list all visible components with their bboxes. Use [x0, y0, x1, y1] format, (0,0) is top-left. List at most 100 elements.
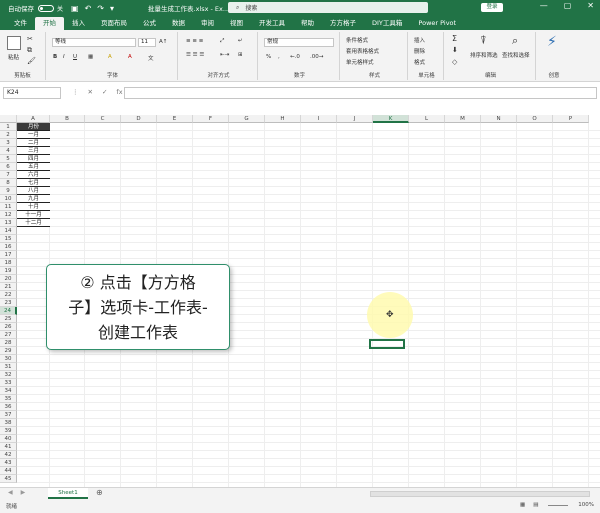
cell-a6[interactable]: 五月: [17, 163, 50, 171]
column-header-k[interactable]: K: [373, 115, 409, 123]
tab-help[interactable]: 帮助: [293, 17, 322, 30]
cell-a10[interactable]: 九月: [17, 195, 50, 203]
find-select-icon[interactable]: ⌕: [512, 34, 518, 48]
column-header-c[interactable]: C: [85, 115, 121, 123]
row-header-18[interactable]: 18: [0, 259, 17, 267]
row-header-23[interactable]: 23: [0, 299, 17, 307]
prev-sheet-icon[interactable]: ◀: [8, 489, 13, 496]
row-header-8[interactable]: 8: [0, 179, 17, 187]
paste-icon[interactable]: [7, 36, 21, 50]
row-header-45[interactable]: 45: [0, 475, 17, 483]
column-header-n[interactable]: N: [481, 115, 517, 123]
row-header-34[interactable]: 34: [0, 387, 17, 395]
row-header-22[interactable]: 22: [0, 291, 17, 299]
horizontal-scrollbar[interactable]: [370, 491, 590, 497]
comma-button[interactable]: ,: [278, 54, 280, 60]
row-header-20[interactable]: 20: [0, 275, 17, 283]
column-header-e[interactable]: E: [157, 115, 193, 123]
column-header-f[interactable]: F: [193, 115, 229, 123]
row-header-1[interactable]: 1: [0, 123, 17, 131]
align-left-icon[interactable]: ☰ ☰ ☰: [186, 52, 204, 58]
autosum-icon[interactable]: Σ: [452, 34, 457, 43]
bold-button[interactable]: B: [53, 54, 57, 60]
delete-cells-button[interactable]: 删除: [414, 47, 425, 55]
number-format-select[interactable]: 常规: [264, 38, 334, 47]
row-header-28[interactable]: 28: [0, 339, 17, 347]
sort-filter-label[interactable]: 排序和筛选: [470, 51, 498, 59]
indent-icon[interactable]: ⇤⇥: [220, 52, 229, 58]
cell-a13[interactable]: 十二月: [17, 219, 50, 227]
select-all-corner[interactable]: [0, 115, 17, 123]
cut-icon[interactable]: ✂: [27, 35, 33, 43]
column-header-i[interactable]: I: [301, 115, 337, 123]
row-header-14[interactable]: 14: [0, 227, 17, 235]
row-header-7[interactable]: 7: [0, 171, 17, 179]
name-box[interactable]: K24: [3, 87, 61, 99]
cancel-icon[interactable]: ✕: [88, 88, 93, 96]
tab-page-layout[interactable]: 页面布局: [93, 17, 135, 30]
row-header-19[interactable]: 19: [0, 267, 17, 275]
tab-file[interactable]: 文件: [6, 17, 35, 30]
row-header-29[interactable]: 29: [0, 347, 17, 355]
row-header-6[interactable]: 6: [0, 163, 17, 171]
row-header-12[interactable]: 12: [0, 211, 17, 219]
insert-cells-button[interactable]: 插入: [414, 36, 425, 44]
wrap-text-icon[interactable]: ↵: [238, 38, 243, 44]
find-select-label[interactable]: 查找和选择: [502, 51, 530, 59]
zoom-level[interactable]: 100%: [578, 502, 594, 508]
cell-a9[interactable]: 八月: [17, 187, 50, 195]
fill-color-button[interactable]: A: [108, 54, 112, 60]
more-icon[interactable]: ⋮: [72, 88, 79, 96]
sheet-tab-sheet1[interactable]: Sheet1: [48, 488, 88, 499]
row-header-15[interactable]: 15: [0, 235, 17, 243]
row-header-9[interactable]: 9: [0, 187, 17, 195]
enter-icon[interactable]: ✓: [102, 88, 107, 96]
row-header-32[interactable]: 32: [0, 371, 17, 379]
search-box[interactable]: ⌕ 搜索: [228, 2, 428, 13]
tab-formulas[interactable]: 公式: [135, 17, 164, 30]
increase-decimal-button[interactable]: ←.0: [290, 54, 300, 60]
row-header-2[interactable]: 2: [0, 131, 17, 139]
row-header-17[interactable]: 17: [0, 251, 17, 259]
decrease-decimal-button[interactable]: .00→: [310, 54, 323, 60]
next-sheet-icon[interactable]: ▶: [21, 489, 26, 496]
row-header-30[interactable]: 30: [0, 355, 17, 363]
customize-icon[interactable]: ▾: [110, 4, 114, 13]
close-icon[interactable]: ✕: [587, 1, 594, 10]
row-header-5[interactable]: 5: [0, 155, 17, 163]
clear-icon[interactable]: ◇: [452, 58, 457, 66]
conditional-format-button[interactable]: 条件格式: [346, 36, 368, 44]
tab-power-pivot[interactable]: Power Pivot: [410, 17, 464, 30]
row-header-4[interactable]: 4: [0, 147, 17, 155]
normal-view-icon[interactable]: ▦: [520, 502, 525, 508]
row-header-44[interactable]: 44: [0, 467, 17, 475]
tab-diy-toolbox[interactable]: DIY工具箱: [364, 17, 410, 30]
format-painter-icon[interactable]: 🖌: [27, 57, 36, 65]
column-header-h[interactable]: H: [265, 115, 301, 123]
column-header-p[interactable]: P: [553, 115, 589, 123]
format-as-table-button[interactable]: 套用表格格式: [346, 47, 379, 55]
cell-a5[interactable]: 四月: [17, 155, 50, 163]
column-header-l[interactable]: L: [409, 115, 445, 123]
row-header-27[interactable]: 27: [0, 331, 17, 339]
cell-a12[interactable]: 十一月: [17, 211, 50, 219]
row-header-16[interactable]: 16: [0, 243, 17, 251]
column-header-m[interactable]: M: [445, 115, 481, 123]
cell-a4[interactable]: 三月: [17, 147, 50, 155]
underline-button[interactable]: U: [73, 54, 77, 60]
column-header-o[interactable]: O: [517, 115, 553, 123]
row-header-33[interactable]: 33: [0, 379, 17, 387]
font-color-button[interactable]: A: [128, 54, 132, 60]
column-header-a[interactable]: A: [17, 115, 50, 123]
add-sheet-icon[interactable]: ⊕: [96, 488, 103, 497]
active-cell-k24[interactable]: [369, 339, 405, 349]
row-header-40[interactable]: 40: [0, 435, 17, 443]
zoom-slider[interactable]: [548, 505, 568, 506]
row-header-25[interactable]: 25: [0, 315, 17, 323]
undo-icon[interactable]: ↶: [85, 4, 92, 13]
sort-filter-icon[interactable]: ⍒: [480, 34, 487, 48]
column-header-g[interactable]: G: [229, 115, 265, 123]
tab-insert[interactable]: 插入: [64, 17, 93, 30]
ideas-icon[interactable]: ⚡: [547, 34, 557, 50]
row-header-10[interactable]: 10: [0, 195, 17, 203]
